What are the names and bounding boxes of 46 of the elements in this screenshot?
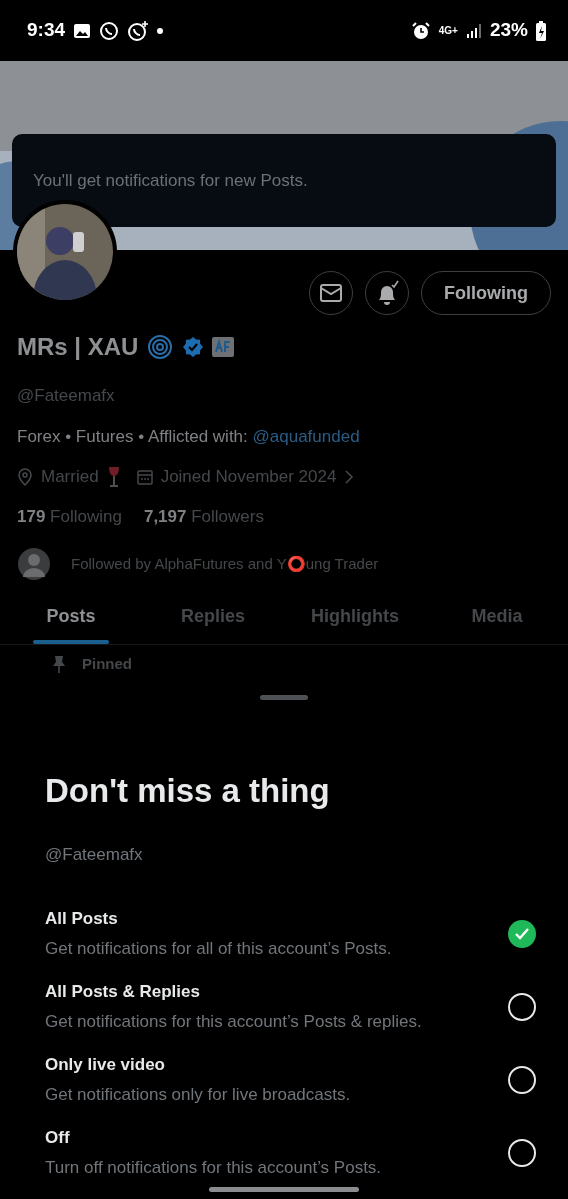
option-title: Only live video (45, 1054, 166, 1076)
profile-tab[interactable]: Posts (0, 603, 142, 644)
clock: 9:34 (27, 18, 66, 43)
display-name: MRs | XAU (17, 332, 139, 362)
chevron-right-icon (344, 469, 355, 484)
affiliate-badge-icon (212, 337, 235, 357)
chat-icon (127, 20, 150, 41)
pin-icon (52, 655, 66, 674)
battery-percent: 23% (489, 18, 528, 43)
option-description: Turn off notifications for this account’s Posts. (45, 1156, 383, 1179)
followed-by-text: Followed by AlphaFutures and Y⭕ung Trader (71, 553, 379, 574)
chat-icon (99, 20, 120, 41)
option-description: Get notifications only for live broadcasts. (45, 1083, 352, 1106)
radio-button[interactable] (508, 919, 536, 948)
option-title: Off (45, 1127, 71, 1149)
option-title: All Posts (45, 908, 119, 930)
check-icon (515, 927, 529, 940)
bio-text: Forex • Futures • Afflicted with: @aquafunded (17, 425, 361, 448)
sheet-handle: @Fateemafx (45, 843, 144, 866)
gallery-icon (73, 21, 92, 40)
option-description: Get notifications for this account’s Posts & replies. (45, 1010, 423, 1033)
dot-icon (157, 27, 164, 34)
stat-link[interactable]: 7,197 Followers (143, 503, 264, 529)
mail-icon (319, 283, 343, 303)
calendar-icon (136, 468, 153, 485)
sheet-title: Don't miss a thing (45, 771, 331, 811)
joined-date: Joined November 2024 (160, 466, 337, 488)
radio-button[interactable] (508, 1138, 536, 1167)
battery-icon (536, 20, 546, 41)
mention-link[interactable]: @aquafunded (252, 426, 360, 446)
stat-link[interactable]: 179 Following (17, 503, 122, 529)
option-description: Get notifications for all of this account’s Posts. (45, 937, 393, 960)
location-text: Married (41, 466, 99, 488)
network-label: 4G+ (438, 25, 458, 36)
option-title: All Posts & Replies (45, 981, 201, 1003)
wine-glass-icon (106, 465, 121, 488)
avatar-icon (17, 547, 51, 581)
user-handle: @Fateemafx (17, 385, 116, 407)
radio-button[interactable] (508, 1065, 536, 1094)
signal-icon (465, 22, 482, 39)
verified-badge-icon (182, 336, 205, 358)
drag-handle[interactable] (260, 695, 308, 700)
pinned-label: Pinned (82, 654, 132, 674)
location-pin-icon (17, 467, 33, 486)
radio-button[interactable] (508, 992, 536, 1021)
alarm-icon (410, 20, 431, 41)
